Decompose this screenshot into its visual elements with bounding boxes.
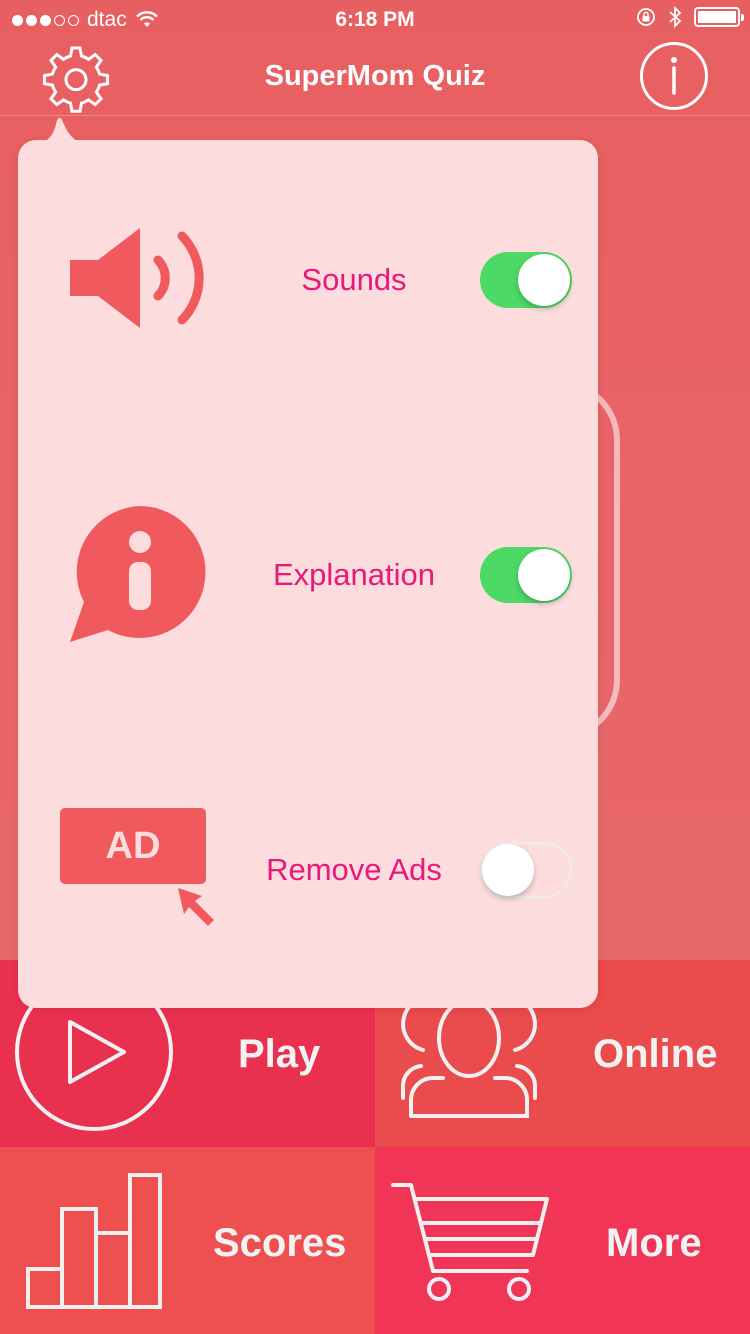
speaker-icon <box>70 228 204 328</box>
setting-row-sounds: Sounds <box>18 210 598 360</box>
remove-ads-label: Remove Ads <box>266 852 442 887</box>
nav-bar: SuperMom Quiz <box>0 40 750 116</box>
explanation-toggle[interactable] <box>480 547 572 603</box>
bluetooth-icon <box>669 6 682 28</box>
page-title: SuperMom Quiz <box>264 60 486 92</box>
cart-icon <box>391 1183 549 1301</box>
info-bubble-icon <box>70 506 206 642</box>
scores-label: Scores <box>213 1221 347 1265</box>
more-button[interactable]: More <box>375 1147 750 1334</box>
ad-badge: AD <box>60 808 206 884</box>
bar-chart-icon <box>26 1173 162 1309</box>
toggle-knob <box>518 549 570 601</box>
settings-popover: Sounds Explanation AD Remove Ads <box>18 117 598 1008</box>
info-button[interactable] <box>640 42 708 110</box>
rotation-lock-icon <box>637 8 655 26</box>
online-label: Online <box>593 1032 718 1076</box>
info-icon <box>671 57 677 95</box>
sounds-label: Sounds <box>301 262 407 297</box>
toggle-knob <box>518 254 570 306</box>
setting-row-remove-ads: AD Remove Ads <box>18 800 598 950</box>
explanation-label: Explanation <box>272 557 435 592</box>
battery-icon <box>694 7 744 27</box>
setting-row-explanation: Explanation <box>18 500 598 650</box>
sounds-toggle[interactable] <box>480 252 572 308</box>
scores-button[interactable]: Scores <box>0 1147 375 1334</box>
ad-badge-text: AD <box>105 825 161 867</box>
popover-arrow <box>40 117 80 142</box>
play-label: Play <box>238 1032 321 1076</box>
toggle-knob <box>482 844 534 896</box>
users-icon <box>400 995 538 1118</box>
cursor-arrow-icon <box>178 888 214 926</box>
remove-ads-toggle[interactable] <box>480 842 572 898</box>
ad-cursor-icon: AD <box>60 808 220 938</box>
status-right <box>636 6 744 28</box>
more-label: More <box>606 1221 702 1265</box>
status-bar: dtac 6:18 PM <box>0 0 750 40</box>
